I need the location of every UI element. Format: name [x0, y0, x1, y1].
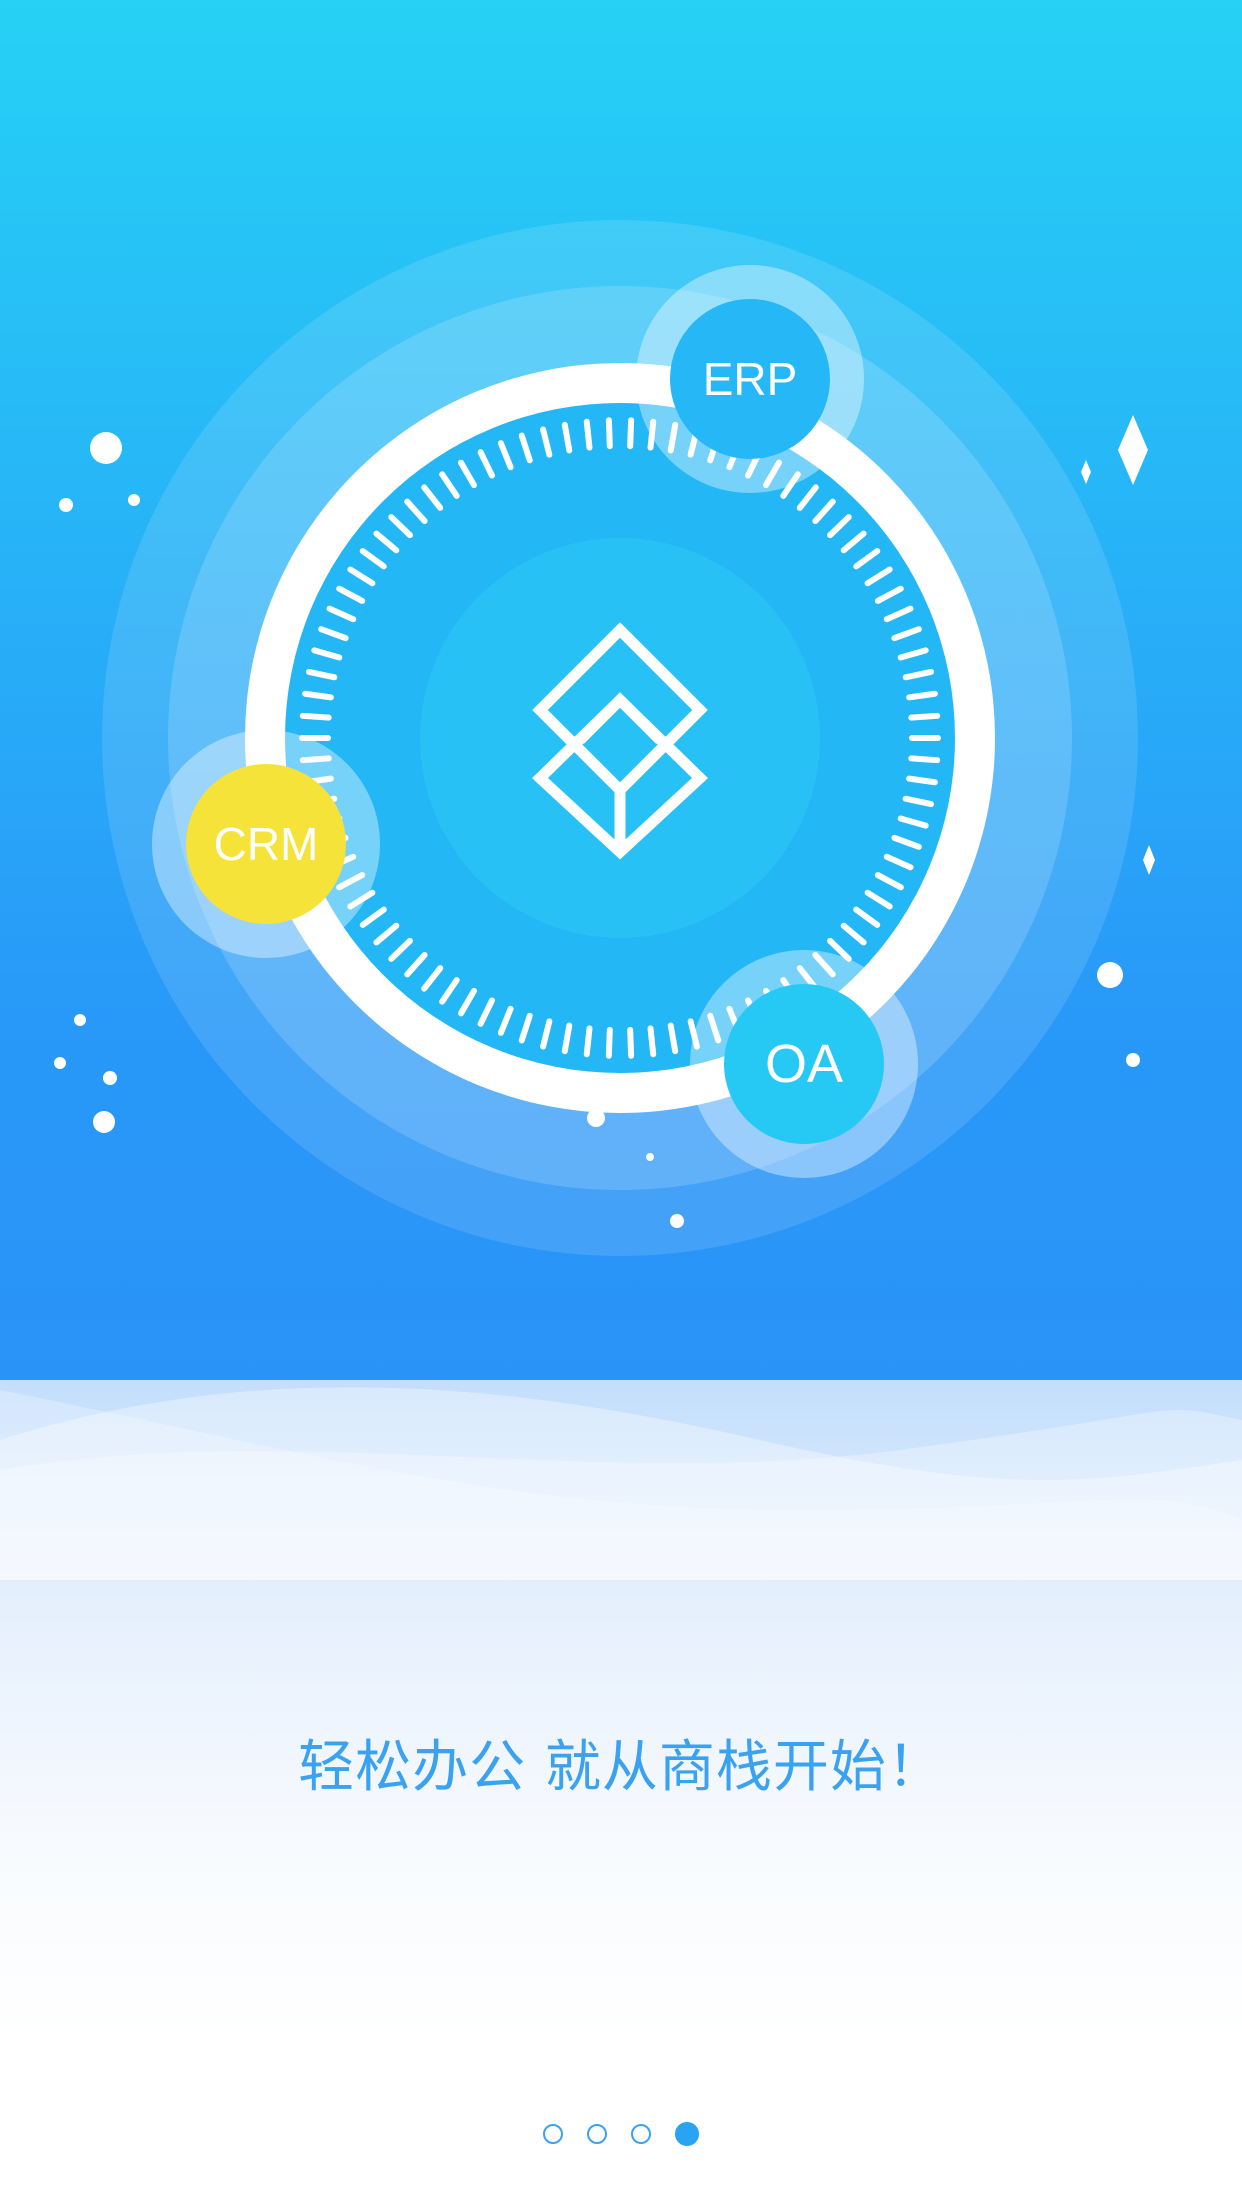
- dial-tick: [605, 1026, 613, 1059]
- crm-label: CRM: [213, 818, 319, 870]
- dial-tick: [583, 418, 593, 451]
- hero-illustration: [54, 220, 1155, 1256]
- page-indicator: [0, 2122, 1242, 2146]
- dial-tick: [908, 712, 941, 721]
- oa-module-badge[interactable]: OA: [690, 950, 918, 1178]
- page-dot-2[interactable]: [587, 2124, 607, 2144]
- dial-tick: [583, 1025, 593, 1058]
- dial-tick: [627, 417, 635, 450]
- crm-module-badge[interactable]: CRM: [152, 730, 380, 958]
- dial-tick: [906, 690, 938, 701]
- dial-center: [420, 538, 820, 938]
- tagline-text: 轻松办公 就从商栈开始！: [298, 1735, 944, 1800]
- erp-badge-core: ERP: [670, 299, 830, 459]
- dial-tick: [605, 417, 613, 450]
- page-dot-1[interactable]: [543, 2124, 563, 2144]
- dial-tick: [302, 690, 334, 701]
- oa-badge-core: OA: [724, 984, 884, 1144]
- erp-label: ERP: [702, 353, 798, 405]
- oa-label: OA: [764, 1034, 844, 1094]
- erp-module-badge[interactable]: ERP: [636, 265, 864, 493]
- dial-tick: [647, 1025, 657, 1058]
- dial-tick: [908, 755, 941, 764]
- dial-tick: [627, 1026, 635, 1059]
- page-dot-4-active[interactable]: [675, 2122, 699, 2146]
- dial-tick: [299, 712, 332, 721]
- crm-badge-core: CRM: [186, 764, 346, 924]
- page-dot-3[interactable]: [631, 2124, 651, 2144]
- dial-tick: [906, 775, 938, 786]
